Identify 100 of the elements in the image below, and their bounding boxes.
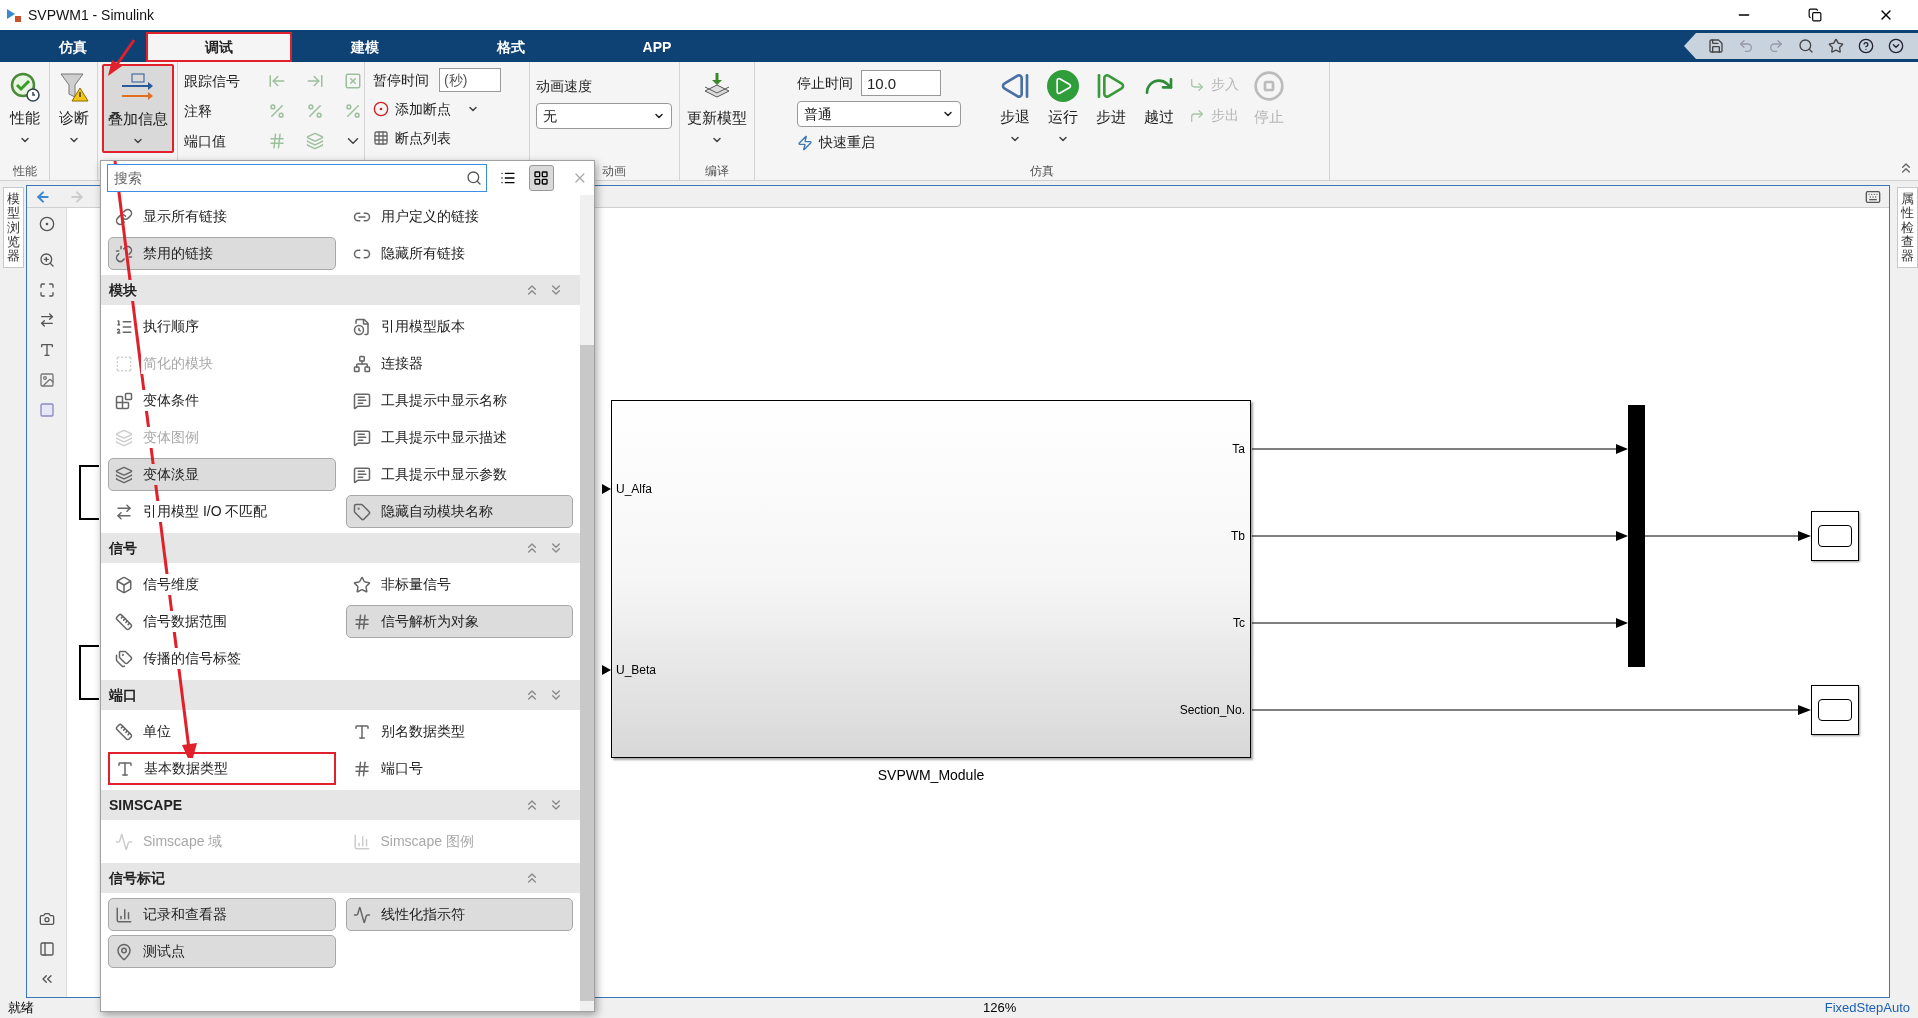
menu-item[interactable]: 隐藏自动模块名称 bbox=[345, 495, 573, 528]
ribbon-button[interactable]: 越过 bbox=[1135, 64, 1183, 129]
menu-item[interactable]: 基本数据类型 bbox=[108, 752, 336, 785]
menu-item[interactable]: 禁用的链接 bbox=[108, 237, 336, 270]
menu-item[interactable]: 引用模型 I/O 不匹配 bbox=[108, 495, 336, 528]
help-icon[interactable] bbox=[1858, 38, 1874, 54]
menu-item[interactable]: 工具提示中显示参数 bbox=[345, 458, 573, 491]
mismatch-icon bbox=[115, 502, 133, 521]
ribbon-button[interactable]: 步退 bbox=[991, 64, 1039, 145]
zoom-icon[interactable] bbox=[38, 252, 55, 268]
ribbon-button[interactable]: 叠加信息 bbox=[101, 64, 174, 153]
menu-item[interactable]: 测试点 bbox=[108, 935, 336, 968]
tool-icon[interactable] bbox=[306, 72, 324, 90]
favorite-icon[interactable] bbox=[1828, 38, 1844, 54]
arrows-icon[interactable] bbox=[38, 312, 55, 328]
window-title: SVPWM1 - Simulink bbox=[28, 5, 155, 25]
table-icon bbox=[373, 130, 389, 146]
tool-icon[interactable] bbox=[268, 102, 286, 120]
ribbon-tab[interactable]: 建模 bbox=[292, 32, 438, 62]
ribbon-tab[interactable]: 仿真 bbox=[0, 32, 146, 62]
group-label: 编译 bbox=[705, 164, 729, 178]
menu-item[interactable]: 信号数据范围 bbox=[108, 605, 336, 638]
menu-item[interactable]: 变体淡显 bbox=[108, 458, 336, 491]
menu-item[interactable]: 传播的信号标签 bbox=[108, 642, 336, 675]
menu-item[interactable]: 别名数据类型 bbox=[345, 715, 573, 748]
menu-item[interactable]: 显示所有链接 bbox=[108, 200, 336, 233]
menu-item[interactable]: 线性化指示符 bbox=[345, 898, 573, 931]
undo-icon[interactable] bbox=[1738, 38, 1754, 54]
menu-item[interactable]: 单位 bbox=[108, 715, 336, 748]
mode-dropdown[interactable]: 普通 bbox=[797, 101, 961, 127]
search-icon[interactable] bbox=[1798, 38, 1814, 54]
menu-item[interactable]: 记录和查看器 bbox=[108, 898, 336, 931]
restore-icon[interactable] bbox=[1808, 8, 1822, 22]
fit-view-icon[interactable] bbox=[38, 282, 55, 298]
linearization-icon bbox=[352, 905, 371, 924]
text-box-icon[interactable] bbox=[38, 342, 55, 358]
menu-item[interactable]: 引用模型版本 bbox=[345, 310, 573, 343]
model-browser-tab[interactable]: 模型浏览器 bbox=[2, 187, 24, 269]
tool-icon[interactable] bbox=[306, 102, 324, 120]
save-icon[interactable] bbox=[1708, 38, 1724, 54]
menu-item[interactable]: 执行顺序 bbox=[108, 310, 336, 343]
fast-restart-button[interactable]: 快速重启 bbox=[797, 132, 965, 153]
grid-view-button[interactable] bbox=[528, 165, 555, 191]
options-icon[interactable] bbox=[1888, 38, 1904, 54]
scope-block bbox=[1811, 511, 1859, 561]
ribbon-button[interactable]: 注释 bbox=[184, 100, 248, 122]
section-title: 模块 bbox=[107, 279, 137, 301]
property-inspector-tab[interactable]: 属性检查器 bbox=[1896, 187, 1918, 269]
ribbon-button[interactable]: 性能 bbox=[3, 64, 46, 151]
menu-item[interactable]: 非标量信号 bbox=[345, 568, 573, 601]
pause-time-label: 暂停时间 bbox=[373, 70, 429, 90]
menu-item[interactable]: 工具提示中显示名称 bbox=[345, 384, 573, 417]
camera-icon[interactable] bbox=[38, 911, 55, 927]
object-icon bbox=[352, 612, 371, 631]
navigate-icon[interactable] bbox=[38, 216, 55, 232]
menu-item[interactable]: 隐藏所有链接 bbox=[345, 237, 573, 270]
tool-icon[interactable] bbox=[268, 72, 286, 90]
connector-icon bbox=[352, 354, 371, 373]
panel-icon[interactable] bbox=[38, 941, 55, 957]
grid-icon bbox=[533, 170, 550, 186]
ribbon-button[interactable]: 端口值 bbox=[184, 130, 248, 152]
step-out-icon bbox=[1189, 107, 1205, 124]
ribbon-button[interactable]: 运行 bbox=[1039, 64, 1087, 145]
tool-icon[interactable] bbox=[344, 102, 362, 120]
ribbon-button[interactable]: 跟踪信号 bbox=[184, 70, 248, 92]
ribbon-button[interactable]: 断点列表 bbox=[373, 127, 451, 149]
area-icon[interactable] bbox=[38, 402, 55, 418]
back-arrow-icon[interactable] bbox=[35, 188, 51, 205]
menu-item[interactable]: 信号解析为对象 bbox=[345, 605, 573, 638]
menu-item[interactable]: 用户定义的链接 bbox=[345, 200, 573, 233]
ribbon-button[interactable]: 步进 bbox=[1087, 64, 1135, 129]
tool-icon[interactable] bbox=[344, 72, 362, 90]
animation-speed-dropdown[interactable]: 无 bbox=[536, 103, 672, 129]
menu-item[interactable]: 信号维度 bbox=[108, 568, 336, 601]
tool-icon[interactable] bbox=[306, 132, 324, 150]
keyboard-icon[interactable] bbox=[1865, 188, 1881, 205]
stop-icon bbox=[1253, 70, 1285, 102]
ribbon-tab[interactable]: 调试 bbox=[146, 32, 292, 62]
menu-item[interactable]: 变体条件 bbox=[108, 384, 336, 417]
ribbon-button[interactable]: 添加断点 bbox=[373, 98, 451, 120]
zoom-level: 126% bbox=[982, 999, 1018, 1018]
image-icon[interactable] bbox=[38, 372, 55, 388]
tool-icon[interactable] bbox=[268, 132, 286, 150]
ribbon-button[interactable]: 诊断 bbox=[52, 64, 95, 151]
ribbon-button[interactable]: 更新模型 bbox=[682, 64, 752, 151]
status-text: 就绪 bbox=[8, 999, 35, 1018]
menu-item[interactable]: 工具提示中显示描述 bbox=[345, 421, 573, 454]
menu-item[interactable]: 端口号 bbox=[345, 752, 573, 785]
list-icon bbox=[499, 170, 516, 186]
legend-icon bbox=[115, 428, 133, 447]
search-field[interactable]: 搜索 bbox=[107, 164, 487, 192]
redo-icon[interactable] bbox=[1768, 38, 1784, 54]
ribbon-tab[interactable]: 格式 bbox=[438, 32, 584, 62]
pause-time-field[interactable]: (秒) bbox=[439, 68, 501, 92]
stop-time-field[interactable]: 10.0 bbox=[861, 70, 941, 96]
menu-item[interactable]: 连接器 bbox=[345, 347, 573, 380]
range-icon bbox=[115, 612, 133, 631]
legend-icon bbox=[352, 832, 371, 851]
ribbon-tab[interactable]: APP bbox=[584, 32, 730, 62]
scrollbar[interactable] bbox=[580, 195, 594, 1011]
